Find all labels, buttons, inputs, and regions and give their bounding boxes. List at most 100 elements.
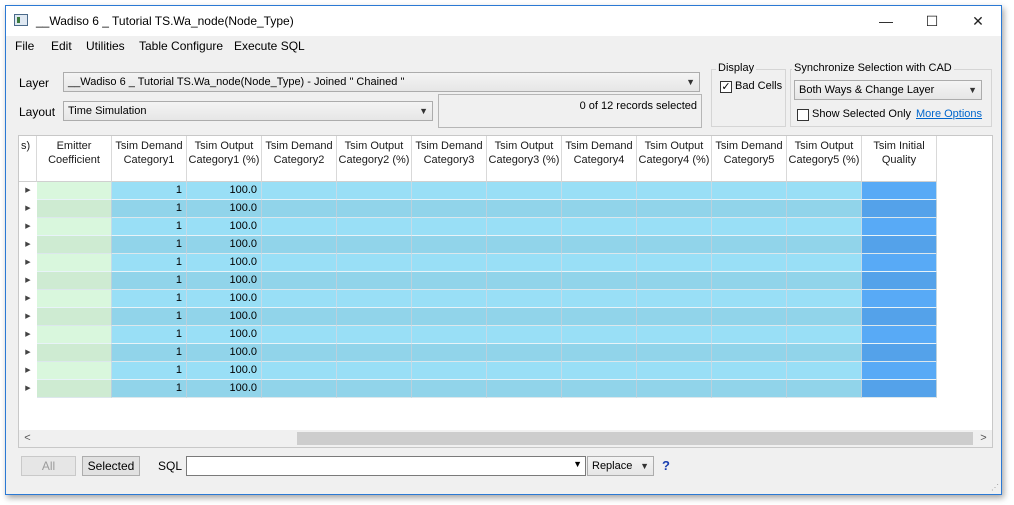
table-cell[interactable]: 1 — [112, 326, 187, 344]
table-cell[interactable]: 1 — [112, 200, 187, 218]
table-cell[interactable] — [337, 236, 412, 254]
table-cell[interactable] — [487, 272, 562, 290]
table-cell[interactable] — [262, 182, 337, 200]
table-cell[interactable] — [487, 344, 562, 362]
table-cell[interactable]: 100.0 — [187, 254, 262, 272]
bad-cells-checkbox[interactable]: ✓ — [720, 81, 732, 93]
horizontal-scrollbar[interactable]: < > — [19, 430, 992, 447]
menu-execute-sql[interactable]: Execute SQL — [234, 39, 305, 53]
table-cell[interactable]: 100.0 — [187, 326, 262, 344]
table-cell[interactable] — [787, 200, 862, 218]
row-indicator-icon[interactable]: ▶ — [19, 326, 37, 344]
table-cell[interactable]: 100.0 — [187, 362, 262, 380]
table-cell[interactable] — [862, 218, 937, 236]
table-cell[interactable] — [37, 362, 112, 380]
table-cell[interactable] — [37, 380, 112, 398]
table-cell[interactable] — [412, 254, 487, 272]
column-header[interactable]: Tsim Output Category2 (%) — [337, 136, 412, 182]
table-cell[interactable] — [712, 380, 787, 398]
table-cell[interactable] — [712, 326, 787, 344]
table-cell[interactable] — [787, 380, 862, 398]
scroll-left-icon[interactable]: < — [19, 430, 36, 447]
table-cell[interactable] — [787, 218, 862, 236]
all-button[interactable]: All — [21, 456, 76, 476]
table-cell[interactable] — [262, 290, 337, 308]
table-cell[interactable]: 1 — [112, 380, 187, 398]
column-header[interactable]: Tsim Demand Category2 — [262, 136, 337, 182]
table-cell[interactable] — [262, 308, 337, 326]
selected-button[interactable]: Selected — [82, 456, 140, 476]
table-cell[interactable] — [337, 308, 412, 326]
table-cell[interactable] — [637, 344, 712, 362]
table-cell[interactable] — [562, 326, 637, 344]
table-cell[interactable] — [487, 290, 562, 308]
table-cell[interactable] — [562, 290, 637, 308]
table-cell[interactable] — [37, 182, 112, 200]
table-cell[interactable] — [712, 362, 787, 380]
table-cell[interactable] — [712, 308, 787, 326]
table-cell[interactable] — [712, 254, 787, 272]
table-cell[interactable] — [562, 254, 637, 272]
table-cell[interactable]: 100.0 — [187, 290, 262, 308]
table-cell[interactable] — [487, 362, 562, 380]
table-cell[interactable]: 100.0 — [187, 272, 262, 290]
table-cell[interactable] — [562, 380, 637, 398]
table-cell[interactable] — [412, 380, 487, 398]
table-cell[interactable] — [712, 218, 787, 236]
table-cell[interactable] — [862, 254, 937, 272]
table-cell[interactable] — [412, 272, 487, 290]
table-cell[interactable] — [787, 362, 862, 380]
table-cell[interactable] — [37, 200, 112, 218]
table-cell[interactable] — [562, 200, 637, 218]
help-icon[interactable]: ? — [662, 458, 670, 473]
table-cell[interactable] — [262, 200, 337, 218]
table-cell[interactable]: 1 — [112, 290, 187, 308]
table-cell[interactable]: 1 — [112, 344, 187, 362]
close-button[interactable]: ✕ — [955, 6, 1001, 36]
table-cell[interactable] — [412, 362, 487, 380]
row-indicator-icon[interactable]: ▶ — [19, 272, 37, 290]
table-cell[interactable] — [487, 236, 562, 254]
table-cell[interactable] — [412, 218, 487, 236]
table-cell[interactable]: 100.0 — [187, 236, 262, 254]
table-cell[interactable] — [637, 326, 712, 344]
table-cell[interactable] — [262, 254, 337, 272]
table-cell[interactable] — [337, 182, 412, 200]
table-cell[interactable] — [37, 218, 112, 236]
table-cell[interactable] — [337, 200, 412, 218]
table-cell[interactable] — [862, 308, 937, 326]
table-cell[interactable] — [562, 344, 637, 362]
table-cell[interactable] — [562, 362, 637, 380]
table-cell[interactable] — [637, 236, 712, 254]
sync-mode-select[interactable]: Both Ways & Change Layer ▼ — [794, 80, 982, 100]
column-header[interactable]: Tsim Output Category1 (%) — [187, 136, 262, 182]
table-cell[interactable] — [862, 362, 937, 380]
row-indicator-icon[interactable]: ▶ — [19, 308, 37, 326]
partial-column-header[interactable]: s) — [19, 136, 37, 182]
more-options-link[interactable]: More Options — [916, 108, 982, 120]
table-cell[interactable] — [262, 236, 337, 254]
table-cell[interactable]: 1 — [112, 254, 187, 272]
scroll-right-icon[interactable]: > — [975, 430, 992, 447]
table-cell[interactable] — [862, 380, 937, 398]
table-cell[interactable] — [787, 236, 862, 254]
table-cell[interactable] — [787, 272, 862, 290]
table-cell[interactable] — [712, 272, 787, 290]
table-cell[interactable] — [412, 236, 487, 254]
table-cell[interactable] — [412, 290, 487, 308]
table-cell[interactable] — [637, 200, 712, 218]
table-cell[interactable]: 100.0 — [187, 200, 262, 218]
table-cell[interactable] — [637, 182, 712, 200]
column-header[interactable]: Tsim Demand Category5 — [712, 136, 787, 182]
table-cell[interactable]: 100.0 — [187, 308, 262, 326]
table-cell[interactable] — [862, 182, 937, 200]
table-cell[interactable] — [262, 326, 337, 344]
menu-utilities[interactable]: Utilities — [86, 39, 125, 53]
column-header[interactable]: Tsim Demand Category4 — [562, 136, 637, 182]
table-cell[interactable] — [37, 290, 112, 308]
table-cell[interactable]: 1 — [112, 272, 187, 290]
column-header[interactable]: Tsim Output Category3 (%) — [487, 136, 562, 182]
table-cell[interactable] — [712, 200, 787, 218]
table-cell[interactable] — [562, 236, 637, 254]
table-cell[interactable] — [712, 182, 787, 200]
